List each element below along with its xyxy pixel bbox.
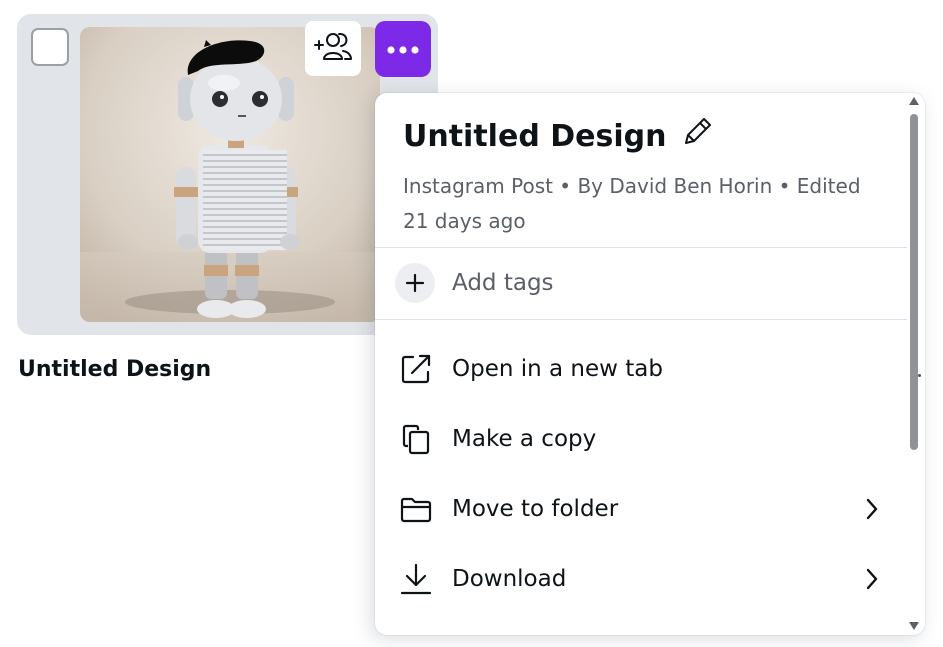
select-checkbox[interactable] [31,28,69,66]
scroll-up-arrow-icon[interactable] [909,97,919,105]
menu-item-open-in-new-tab[interactable]: Open in a new tab [399,345,879,393]
menu-design-title-row: Untitled Design [403,115,885,157]
more-options-icon [386,40,420,59]
menu-design-title[interactable]: Untitled Design [403,119,666,154]
pencil-icon[interactable] [680,115,714,157]
menu-divider [375,319,907,320]
menu-item-download[interactable]: Download [399,555,879,603]
more-options-button[interactable] [375,21,431,77]
menu-header: Untitled Design Instagram Post • By Davi… [403,115,885,239]
menu-design-meta: Instagram Post • By David Ben Horin • Ed… [403,169,885,239]
share-button[interactable] [305,21,361,76]
copy-icon [399,422,433,456]
chevron-right-icon [865,567,879,595]
menu-divider [375,247,907,248]
scrollbar-thumb[interactable] [910,114,918,450]
add-tags-button[interactable]: Add tags [395,260,554,306]
external-link-icon [399,352,433,386]
add-collaborator-icon [312,29,354,69]
menu-item-move-to-folder[interactable]: Move to folder [399,485,879,533]
menu-item-label: Download [452,566,567,592]
meta-line-2: 21 days ago [403,209,526,233]
plus-icon [395,263,435,303]
menu-item-make-a-copy[interactable]: Make a copy [399,415,879,463]
partial-background-text [918,374,921,377]
menu-item-label: Make a copy [452,426,597,452]
menu-scrollbar[interactable] [906,97,922,635]
menu-item-label: Open in a new tab [452,356,663,382]
chevron-right-icon [865,497,879,525]
folder-icon [399,492,433,526]
meta-line-1: Instagram Post • By David Ben Horin • Ed… [403,174,861,198]
download-icon [399,562,433,596]
menu-item-label: Move to folder [452,496,619,522]
add-tags-label: Add tags [452,270,554,296]
design-title[interactable]: Untitled Design [18,357,211,382]
design-context-menu: Untitled Design Instagram Post • By Davi… [375,93,925,635]
scroll-down-arrow-icon[interactable] [909,622,919,630]
